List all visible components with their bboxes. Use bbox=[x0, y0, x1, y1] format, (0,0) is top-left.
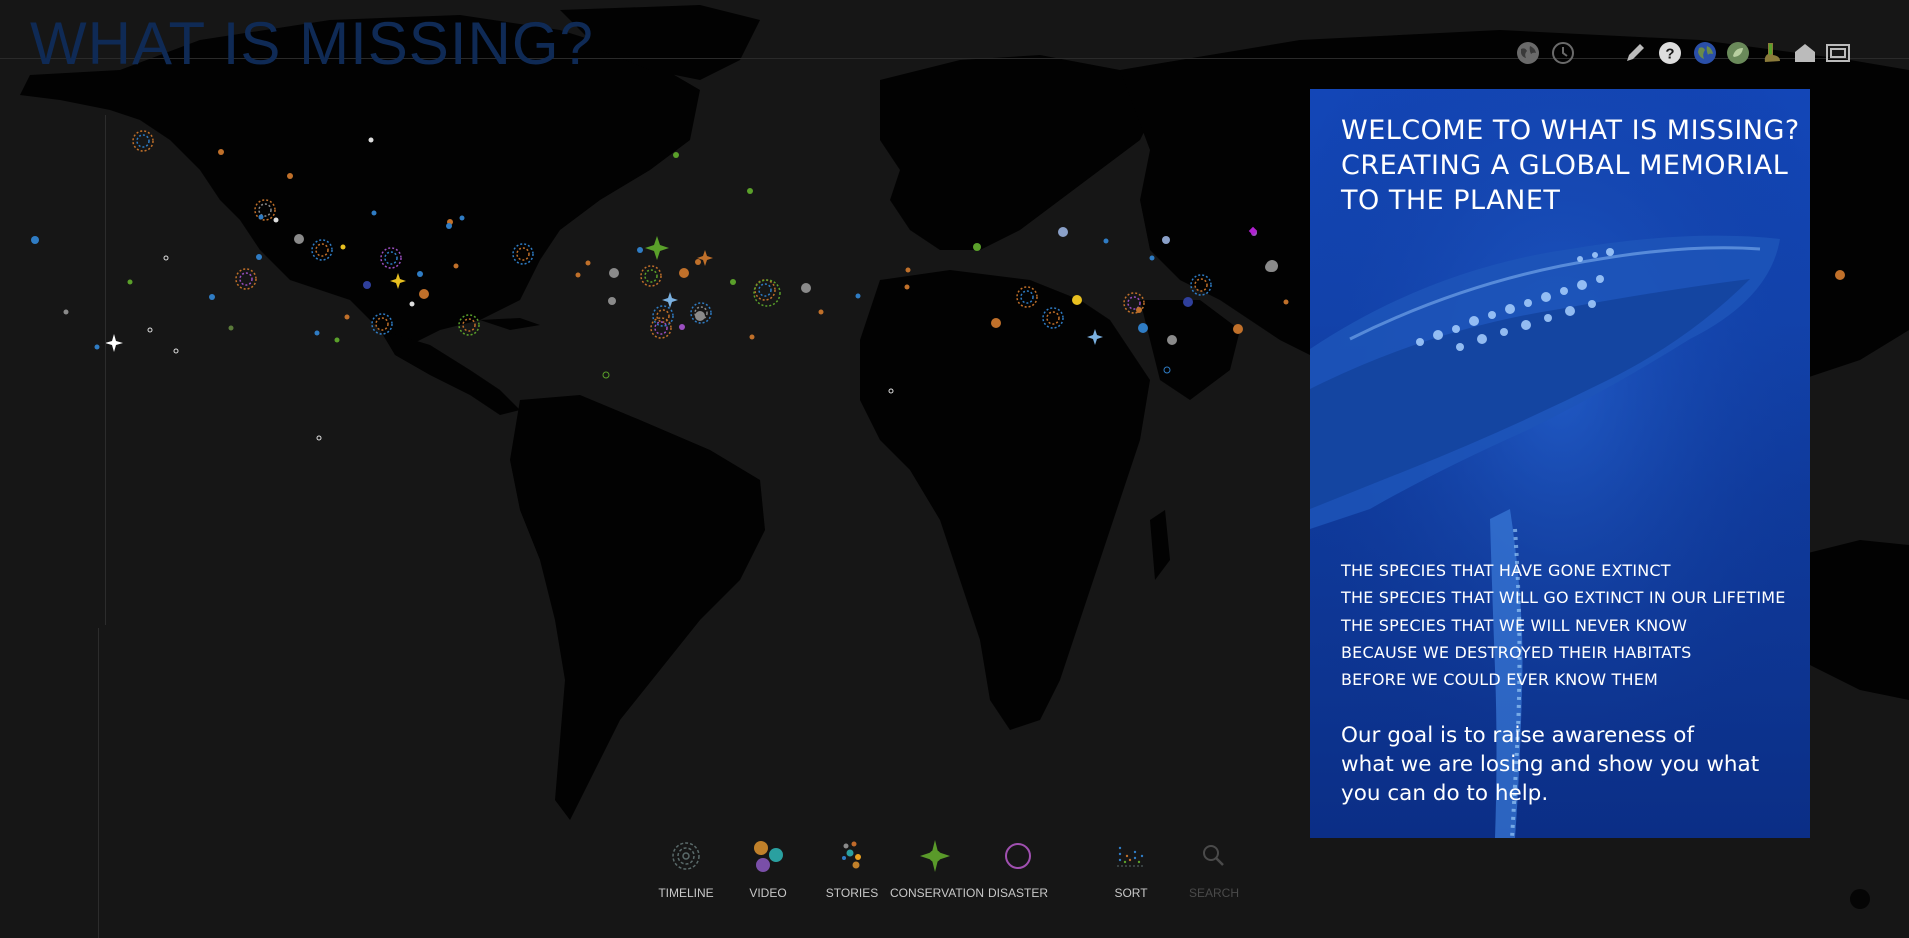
pencil-icon[interactable] bbox=[1622, 40, 1648, 66]
foot-icon[interactable] bbox=[1758, 40, 1784, 66]
stories-dots-icon bbox=[842, 841, 861, 869]
goal-line: you can do to help. bbox=[1341, 781, 1549, 806]
nav-label: CONSERVATION bbox=[890, 886, 985, 900]
welcome-heading-line: WELCOME TO WHAT IS MISSING? bbox=[1341, 115, 1800, 146]
conservation-star-icon bbox=[920, 840, 950, 872]
nav-label: STORIES bbox=[825, 886, 879, 900]
search-icon bbox=[1203, 845, 1224, 866]
sort-icon bbox=[1117, 846, 1145, 867]
nav-timeline[interactable]: TIMELINE bbox=[641, 838, 731, 900]
help-icon[interactable]: ? bbox=[1657, 40, 1683, 66]
earth-icon[interactable] bbox=[1692, 40, 1718, 66]
clock-icon[interactable] bbox=[1550, 40, 1576, 66]
species-line: THE SPECIES THAT HAVE GONE EXTINCT bbox=[1341, 561, 1671, 580]
fullscreen-icon[interactable] bbox=[1825, 40, 1851, 66]
species-statements: THE SPECIES THAT HAVE GONE EXTINCT THE S… bbox=[1341, 557, 1806, 693]
species-line: BEFORE WE COULD EVER KNOW THEM bbox=[1341, 670, 1659, 690]
nav-label: SORT bbox=[1114, 886, 1148, 900]
goal-line: Our goal is to raise awareness of bbox=[1341, 723, 1695, 748]
goal-line: what we are losing and show you what bbox=[1341, 752, 1760, 777]
nav-conservation[interactable]: CONSERVATION bbox=[890, 838, 985, 900]
map-guide-line bbox=[105, 115, 106, 625]
nav-disaster[interactable]: DISASTER bbox=[973, 838, 1063, 900]
nav-stories[interactable]: STORIES bbox=[807, 838, 897, 900]
nav-search[interactable]: SEARCH bbox=[1169, 838, 1259, 900]
welcome-heading-line: CREATING A GLOBAL MEMORIAL bbox=[1341, 150, 1789, 181]
video-dots-icon bbox=[754, 841, 783, 872]
timeline-spiral-icon bbox=[672, 842, 700, 870]
nav-video[interactable]: VIDEO bbox=[723, 838, 813, 900]
nav-label: VIDEO bbox=[749, 886, 787, 900]
globe-icon[interactable] bbox=[1515, 40, 1541, 66]
corner-dot bbox=[1850, 889, 1870, 909]
leaf-globe-icon[interactable] bbox=[1725, 40, 1751, 66]
welcome-heading: WELCOME TO WHAT IS MISSING? CREATING A G… bbox=[1341, 113, 1801, 218]
nav-label: TIMELINE bbox=[658, 886, 714, 900]
species-line: BECAUSE WE DESTROYED THEIR HABITATS bbox=[1341, 642, 1692, 662]
app-title: WHAT IS MISSING? bbox=[30, 10, 594, 77]
top-toolbar: ? bbox=[1515, 40, 1875, 70]
goal-statement: Our goal is to raise awareness of what w… bbox=[1341, 721, 1791, 808]
disaster-circle-icon bbox=[1005, 843, 1031, 869]
species-line: THE SPECIES THAT WE WILL NEVER KNOW bbox=[1341, 615, 1688, 635]
bottom-nav: TIMELINE VIDEO STORIES CONSERVATION DISA… bbox=[0, 838, 1909, 908]
nav-label: SEARCH bbox=[1188, 886, 1239, 900]
svg-text:?: ? bbox=[1665, 46, 1674, 63]
species-line: THE SPECIES THAT WILL GO EXTINCT IN OUR … bbox=[1341, 588, 1786, 608]
nav-sort[interactable]: SORT bbox=[1086, 838, 1176, 900]
welcome-heading-line: TO THE PLANET bbox=[1341, 185, 1561, 216]
welcome-panel[interactable]: WELCOME TO WHAT IS MISSING? CREATING A G… bbox=[1310, 89, 1810, 838]
home-icon[interactable] bbox=[1792, 40, 1818, 66]
nav-label: DISASTER bbox=[987, 886, 1048, 900]
